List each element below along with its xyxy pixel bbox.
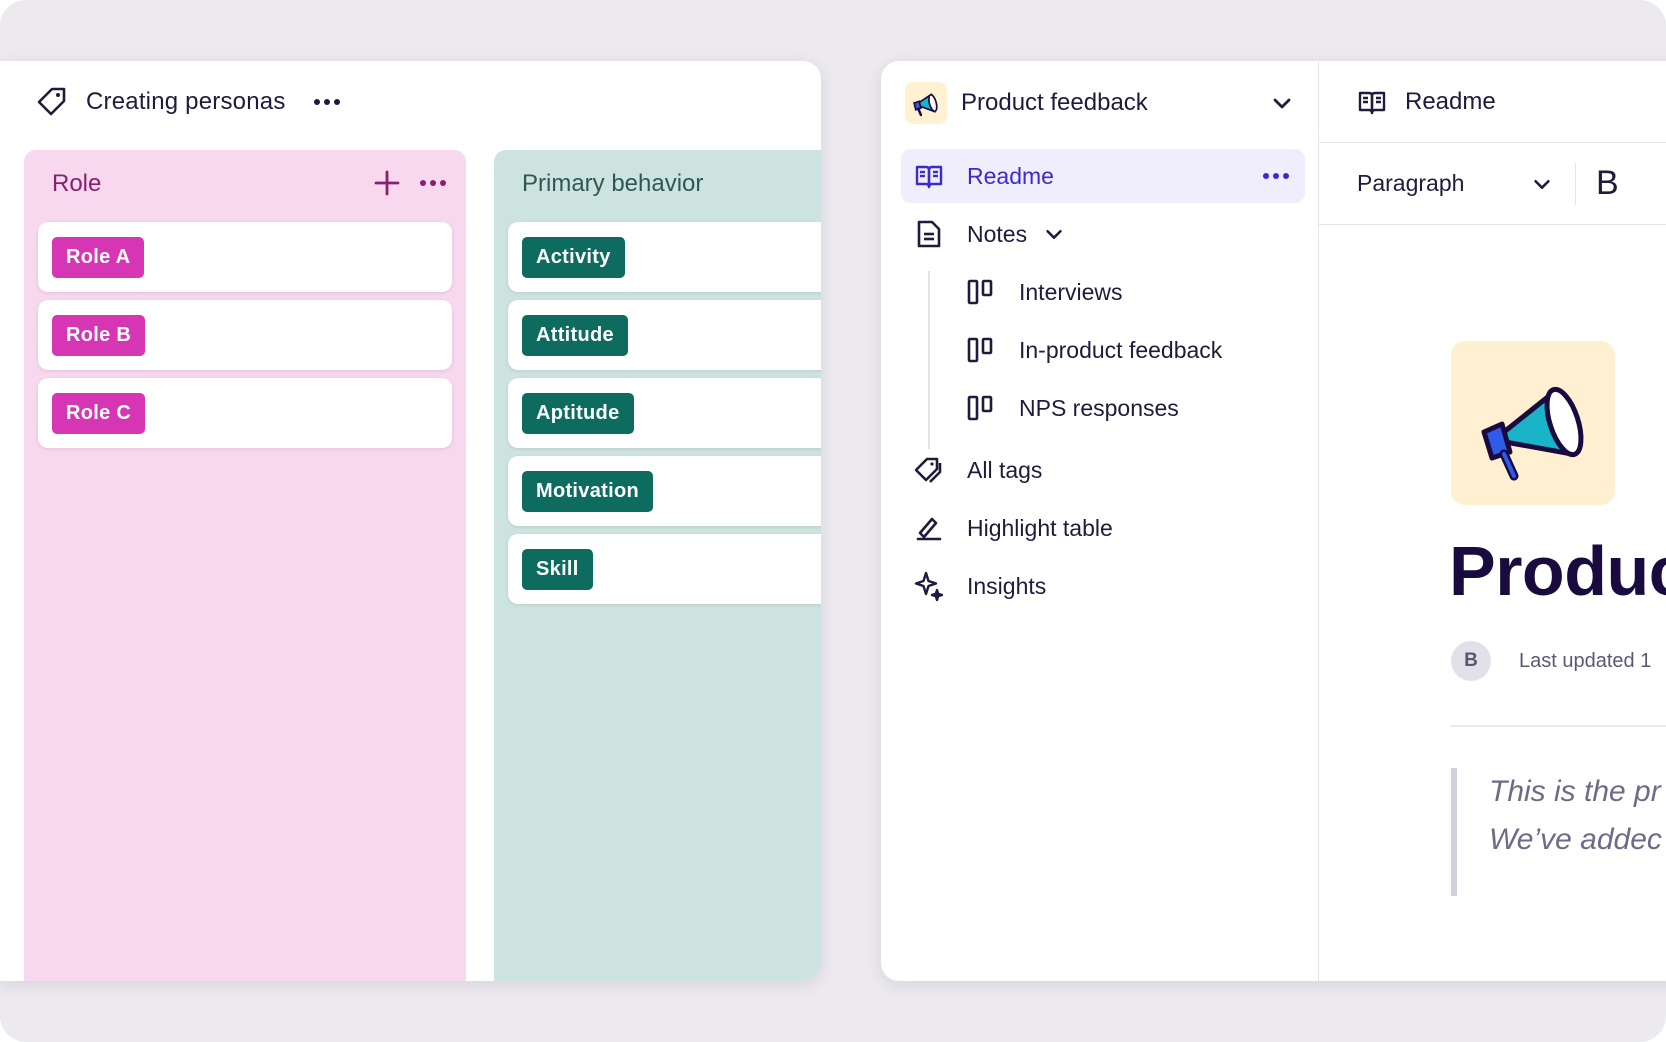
tag-icon <box>37 87 66 116</box>
column-header: Primary behavior <box>494 150 821 218</box>
project-switcher[interactable]: Product feedback <box>905 79 1294 127</box>
readme-more-icon[interactable] <box>1263 173 1289 179</box>
megaphone-icon <box>913 93 938 117</box>
author-avatar: B <box>1451 641 1491 681</box>
board-columns-icon <box>965 334 997 366</box>
tags-icon <box>913 454 945 486</box>
sidebar-item-label: Notes <box>967 220 1028 247</box>
last-updated-text: Last updated 1 <box>1519 649 1652 672</box>
sidebar-item-readme[interactable]: Readme <box>901 149 1305 203</box>
document-meta: B Last updated 1 <box>1451 641 1651 681</box>
chevron-down-icon[interactable] <box>1270 91 1294 115</box>
document-tab[interactable]: Readme <box>1319 61 1666 143</box>
column-title: Primary behavior <box>522 170 704 197</box>
document-quote[interactable]: This is the pr We’ve addec <box>1451 768 1662 896</box>
project-sidebar: Product feedback Readme Notes Interviews… <box>881 61 1319 981</box>
card[interactable]: Motivation <box>508 456 821 526</box>
tag-chip[interactable]: Activity <box>522 236 625 278</box>
chevron-down-icon <box>1534 179 1550 189</box>
column-header: Role <box>24 150 466 218</box>
sidebar-item-in-product-feedback[interactable]: In-product feedback <box>953 323 1305 377</box>
sidebar-item-label: Highlight table <box>967 514 1113 541</box>
column-primary-behavior: Primary behavior Activity Attitude Aptit… <box>494 150 821 981</box>
tag-chip[interactable]: Role C <box>52 392 146 434</box>
quote-line: This is the pr <box>1489 775 1661 808</box>
sidebar-item-nps-responses[interactable]: NPS responses <box>953 381 1305 435</box>
board-title: Creating personas <box>86 88 286 115</box>
sidebar-item-label: All tags <box>967 456 1043 483</box>
tag-chip[interactable]: Role A <box>52 236 145 278</box>
chevron-down-icon[interactable] <box>1043 223 1065 245</box>
board-columns-icon <box>965 276 997 308</box>
sidebar-item-label: Insights <box>967 572 1047 599</box>
sparkle-icon <box>913 570 945 602</box>
tree-guide-line <box>928 271 930 449</box>
board-columns-icon <box>965 392 997 424</box>
card[interactable]: Skill <box>508 534 821 604</box>
board-header: Creating personas <box>0 61 821 143</box>
tag-chip[interactable]: Aptitude <box>522 392 634 434</box>
column-more-icon[interactable] <box>420 180 446 186</box>
block-format-value: Paragraph <box>1357 170 1465 196</box>
app-canvas: Creating personas Role Role A Role B Rol… <box>0 0 1666 1042</box>
sidebar-item-all-tags[interactable]: All tags <box>901 443 1305 497</box>
highlight-pen-icon <box>913 512 945 544</box>
sidebar-item-notes[interactable]: Notes <box>901 207 1305 261</box>
document-cover[interactable] <box>1451 341 1615 505</box>
card[interactable]: Role C <box>38 378 452 448</box>
book-open-icon <box>1358 91 1386 114</box>
board-more-icon[interactable] <box>313 99 340 105</box>
card[interactable]: Attitude <box>508 300 821 370</box>
tag-chip[interactable]: Role B <box>52 314 146 356</box>
card[interactable]: Aptitude <box>508 378 821 448</box>
plus-icon[interactable] <box>374 170 400 196</box>
block-format-select[interactable]: Paragraph <box>1357 170 1553 197</box>
board-panel: Creating personas Role Role A Role B Rol… <box>0 61 821 981</box>
bold-button[interactable]: B <box>1596 164 1619 203</box>
tag-chip[interactable]: Attitude <box>522 314 628 356</box>
sidebar-item-highlight-table[interactable]: Highlight table <box>901 501 1305 555</box>
document-title[interactable]: Produc <box>1449 531 1666 611</box>
tag-chip[interactable]: Skill <box>522 548 593 590</box>
book-open-icon <box>913 160 945 192</box>
sidebar-item-label: In-product feedback <box>1019 336 1223 363</box>
card[interactable]: Activity <box>508 222 821 292</box>
sidebar-item-label: Readme <box>967 162 1054 189</box>
sidebar-item-label: Interviews <box>1019 278 1123 305</box>
sidebar-item-label: NPS responses <box>1019 394 1179 421</box>
divider <box>1451 725 1666 727</box>
toolbar-divider <box>1575 162 1576 205</box>
project-panel: Product feedback Readme Notes Interviews… <box>881 61 1666 981</box>
project-name: Product feedback <box>961 89 1148 116</box>
card[interactable]: Role B <box>38 300 452 370</box>
editor-toolbar: Paragraph B <box>1319 143 1666 225</box>
column-role: Role Role A Role B Role C <box>24 150 466 981</box>
project-avatar <box>905 82 947 124</box>
sidebar-item-insights[interactable]: Insights <box>901 559 1305 613</box>
column-title: Role <box>52 170 102 197</box>
tag-chip[interactable]: Motivation <box>522 470 653 512</box>
document-area: Readme Paragraph B Produc B Last updated… <box>1319 61 1666 981</box>
quote-line: We’ve addec <box>1489 823 1662 856</box>
document-tab-label: Readme <box>1405 87 1496 115</box>
card[interactable]: Role A <box>38 222 452 292</box>
megaphone-icon <box>1481 386 1584 481</box>
sidebar-item-interviews[interactable]: Interviews <box>953 265 1305 319</box>
file-text-icon <box>913 218 945 250</box>
